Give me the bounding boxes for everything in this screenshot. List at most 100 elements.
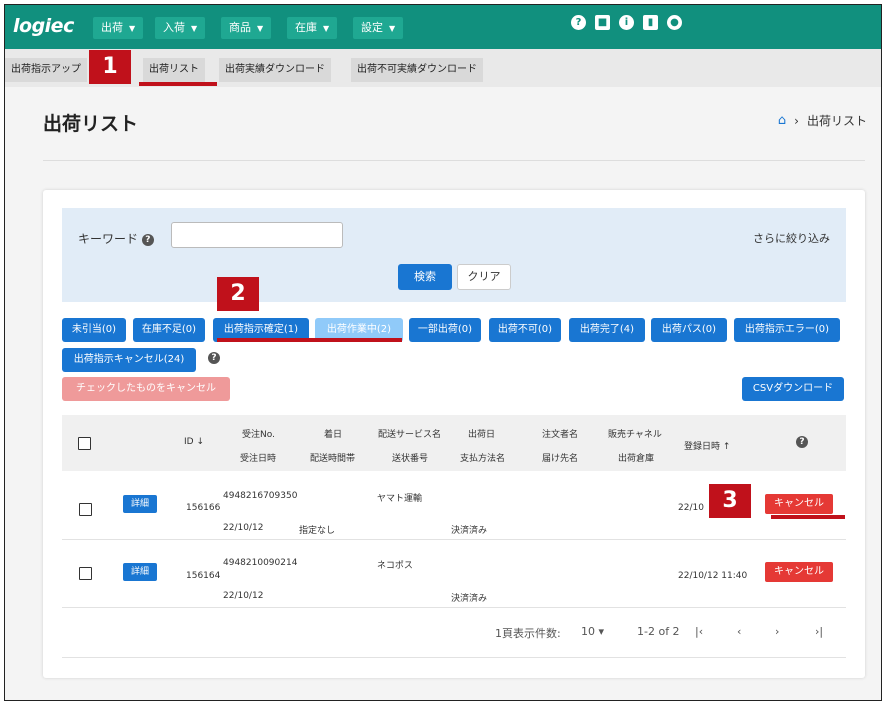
menu-label: 入荷: [163, 21, 185, 34]
info-icon[interactable]: i: [619, 15, 634, 30]
chevron-right-icon: ›: [794, 113, 799, 128]
first-page-icon[interactable]: |‹: [695, 625, 703, 638]
col-registered[interactable]: 登録日時 ↑: [684, 439, 730, 452]
home-icon[interactable]: ⌂: [778, 113, 786, 128]
cancel-checked-button[interactable]: チェックしたものをキャンセル: [62, 377, 230, 401]
more-filters-link[interactable]: さらに絞り込み: [753, 230, 830, 246]
clear-button[interactable]: クリア: [457, 264, 511, 290]
chevron-down-icon: ▼: [323, 24, 330, 33]
help-icon[interactable]: ?: [796, 436, 808, 448]
help-icon[interactable]: ?: [141, 233, 154, 246]
tab-shipping-results-download[interactable]: 出荷実績ダウンロード: [219, 58, 331, 82]
menu-inventory[interactable]: 在庫 ▼: [287, 17, 338, 39]
menu-shipping[interactable]: 出荷 ▼: [93, 17, 144, 39]
highlight-underline: [139, 82, 217, 86]
filter-cancelled[interactable]: 出荷指示キャンセル(24): [62, 348, 196, 372]
app-frame: logiec 出荷 ▼ 入荷 ▼ 商品 ▼ 在庫 ▼ 設定 ▼ ? ■ i ▮ ● 出荷指…: [4, 4, 882, 701]
chevron-down-icon: ▾: [598, 625, 605, 638]
menu-settings[interactable]: 設定 ▼: [353, 17, 404, 39]
cell-registered: 22/10: [678, 503, 704, 513]
table-header: ID ↓ 受注No. 受注日時 着日 配送時間帯 配送サービス名 送状番号 出荷…: [62, 415, 846, 471]
cell-payment: 決済済み: [451, 594, 488, 604]
row-divider: [62, 607, 846, 608]
logo[interactable]: logiec: [13, 15, 74, 37]
last-page-icon[interactable]: ›|: [815, 625, 823, 638]
cancel-button[interactable]: キャンセル: [765, 562, 833, 582]
menu-label: 商品: [229, 21, 251, 34]
search-panel: キーワード ? さらに絞り込み 検索 クリア: [62, 208, 846, 302]
filter-completed[interactable]: 出荷完了(4): [569, 318, 645, 342]
col-payment: 支払方法名: [460, 454, 506, 464]
cell-payment: 決済済み: [451, 526, 488, 536]
cell-delivery-service: ネコポス: [377, 561, 413, 571]
col-arrival: 着日: [324, 430, 343, 440]
cell-id: 156166: [186, 503, 221, 513]
help-icon[interactable]: ?: [571, 15, 586, 30]
menu-products[interactable]: 商品 ▼: [221, 17, 272, 39]
menu-label: 出荷: [101, 21, 123, 34]
chart-icon[interactable]: ▮: [643, 15, 658, 30]
col-order-date: 受注日時: [240, 454, 277, 464]
breadcrumb-current: 出荷リスト: [806, 114, 867, 128]
top-nav: logiec 出荷 ▼ 入荷 ▼ 商品 ▼ 在庫 ▼ 設定 ▼ ? ■ i ▮ ●: [5, 5, 881, 49]
cell-id: 156164: [186, 571, 221, 581]
arrow-up-icon: ↑: [722, 442, 731, 452]
chevron-down-icon: ▼: [129, 24, 136, 33]
col-delivery-service: 配送サービス名: [378, 430, 442, 440]
filter-out-of-stock[interactable]: 在庫不足(0): [133, 318, 205, 342]
select-all-checkbox[interactable]: [78, 437, 91, 450]
step-badge: 1: [89, 50, 131, 84]
prev-page-icon[interactable]: ‹: [737, 625, 741, 638]
highlight-underline: [771, 515, 845, 519]
tab-shipping-upload[interactable]: 出荷指示アップ: [5, 58, 87, 82]
filter-error[interactable]: 出荷指示エラー(0): [734, 318, 840, 342]
briefcase-icon[interactable]: ■: [595, 15, 610, 30]
filter-unshippable[interactable]: 出荷不可(0): [489, 318, 561, 342]
col-ship-date: 出荷日: [468, 430, 496, 440]
keyword-input[interactable]: [171, 222, 343, 248]
tab-shipping-list[interactable]: 出荷リスト: [143, 58, 205, 82]
row-checkbox[interactable]: [79, 503, 92, 516]
help-icon[interactable]: ?: [208, 352, 220, 364]
filter-partial[interactable]: 一部出荷(0): [409, 318, 481, 342]
menu-receiving[interactable]: 入荷 ▼: [155, 17, 206, 39]
tab-unshippable-download[interactable]: 出荷不可実績ダウンロード: [351, 58, 483, 82]
step-badge: 3: [709, 484, 751, 518]
page-range: 1-2 of 2: [637, 625, 680, 638]
row-divider: [62, 657, 846, 658]
csv-download-button[interactable]: CSVダウンロード: [742, 377, 844, 401]
per-page-label: 1頁表示件数:: [495, 627, 561, 640]
col-label: 登録日時: [684, 442, 721, 452]
nav-icons: ? ■ i ▮ ●: [571, 15, 682, 30]
col-id[interactable]: ID ↓: [184, 437, 204, 447]
detail-button[interactable]: 詳細: [123, 563, 157, 581]
divider: [43, 160, 865, 161]
next-page-icon[interactable]: ›: [775, 625, 779, 638]
cell-delivery-slot: 指定なし: [299, 526, 336, 536]
arrow-down-icon: ↓: [196, 437, 205, 447]
col-channel: 販売チャネル: [608, 430, 662, 440]
detail-button[interactable]: 詳細: [123, 495, 157, 513]
row-checkbox[interactable]: [79, 567, 92, 580]
filter-pass[interactable]: 出荷パス(0): [651, 318, 727, 342]
search-button[interactable]: 検索: [398, 264, 452, 290]
page-title: 出荷リスト: [43, 113, 139, 135]
cancel-button[interactable]: キャンセル: [765, 494, 833, 514]
cell-order-no: 4948216709350: [223, 491, 298, 501]
col-delivery-slot: 配送時間帯: [310, 454, 356, 464]
step-badge: 2: [217, 277, 259, 311]
sub-nav: 出荷指示アップ 出荷リスト 出荷実績ダウンロード 出荷不可実績ダウンロード: [5, 49, 881, 87]
cell-registered: 22/10/12 11:40: [678, 571, 748, 581]
filter-unallocated[interactable]: 未引当(0): [62, 318, 126, 342]
user-icon[interactable]: ●: [667, 15, 682, 30]
per-page-select[interactable]: 10 ▾: [581, 625, 604, 638]
col-order-no: 受注No.: [242, 430, 275, 440]
cell-order-date: 22/10/12: [223, 523, 264, 533]
cell-order-no: 4948210090214: [223, 558, 298, 568]
keyword-label-text: キーワード: [78, 232, 139, 246]
menu-label: 在庫: [295, 21, 317, 34]
row-divider: [62, 539, 846, 540]
per-page-value: 10: [581, 625, 595, 638]
col-tracking-no: 送状番号: [392, 454, 429, 464]
chevron-down-icon: ▼: [191, 24, 198, 33]
